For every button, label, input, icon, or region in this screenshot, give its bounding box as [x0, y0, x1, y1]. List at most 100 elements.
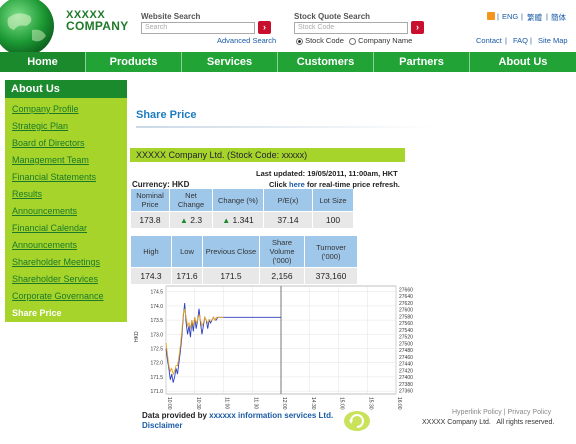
td-net-change: 2.3	[190, 215, 203, 225]
th-low: Low	[172, 236, 202, 267]
lang-eng-link[interactable]: ENG	[502, 12, 518, 21]
sidebar-item-strategic-plan[interactable]: Strategic Plan	[12, 121, 68, 131]
y-left-tick-label: 174.5	[150, 290, 163, 296]
lang-simp-link[interactable]: 簡体	[551, 12, 566, 23]
sidebar-item-shareholder-services[interactable]: Shareholder Services	[12, 274, 98, 284]
privacy-policy-link[interactable]: Privacy Policy	[508, 409, 552, 416]
quote-table-1-header-row: Nominal Price Net Change Change (%) P/E(…	[131, 189, 353, 211]
company-logo-globe[interactable]	[0, 0, 62, 56]
lang-sep-2: |	[546, 12, 548, 21]
sidebar-item-corporate-governance[interactable]: Corporate Governance	[12, 291, 104, 301]
stock-banner: XXXXX Company Ltd. (Stock Code: xxxxx)	[130, 148, 405, 162]
sidebar-item-board-of-directors[interactable]: Board of Directors	[12, 138, 85, 148]
th-nominal-price: Nominal Price	[131, 189, 169, 211]
nav-products[interactable]: Products	[86, 52, 182, 72]
page-title: Share Price	[136, 109, 197, 121]
td-change-pct: 1.341	[232, 215, 254, 225]
th-net-change: Net Change	[170, 189, 212, 211]
y-right-tick-label: 27380	[399, 382, 413, 388]
company-logo-text[interactable]: XXXXX COMPANY	[66, 10, 129, 33]
x-tick-label: 11:30	[252, 397, 258, 409]
y-left-tick-label: 174.0	[150, 304, 163, 310]
website-search-title: Website Search	[141, 12, 201, 21]
lang-sep-0: |	[497, 12, 499, 21]
y-left-tick-label: 171.0	[150, 389, 163, 395]
sidebar-item-announcements-2[interactable]: Announcements	[12, 240, 77, 250]
y-right-tick-label: 27360	[399, 389, 413, 395]
contact-link[interactable]: Contact	[476, 36, 502, 45]
th-turnover: Turnover ('000)	[305, 236, 357, 267]
sidebar-item-management-team[interactable]: Management Team	[12, 155, 89, 165]
sidebar-item-announcements[interactable]: Announcements	[12, 206, 77, 216]
radio-unselected-icon	[349, 37, 356, 45]
back-to-top-icon[interactable]	[344, 411, 370, 431]
policy-sep: |	[503, 409, 506, 416]
stock-code-radio[interactable]: Stock Code	[296, 36, 344, 45]
x-tick-label: 10:30	[195, 397, 201, 410]
y-left-tick-label: 173.0	[150, 332, 163, 338]
company-name-radio[interactable]: Company Name	[349, 36, 412, 45]
y-right-tick-label: 27600	[399, 308, 413, 314]
provided-pre: Data provided by	[142, 411, 210, 420]
util-sep-0: |	[505, 36, 507, 45]
y-right-tick-label: 27480	[399, 348, 413, 354]
x-axis: 10:00 10:30 11:00 11:30 12:00 14:30 15:00 15:30…	[166, 397, 402, 410]
quote-table-1: Nominal Price Net Change Change (%) P/E(…	[130, 188, 354, 229]
sidebar-item-share-price[interactable]: Share Price	[12, 308, 62, 318]
util-sep-1: |	[530, 36, 532, 45]
y-right-tick-label: 27460	[399, 355, 413, 361]
td-net-change-cell: ▲ 2.3	[170, 212, 212, 228]
th-previous-close: Previous Close	[203, 236, 259, 267]
x-tick-label: 12:00	[281, 397, 287, 410]
faq-link[interactable]: FAQ	[513, 36, 528, 45]
website-search-input[interactable]: Search	[141, 22, 255, 34]
x-tick-label: 15:30	[367, 397, 373, 410]
last-updated: Last updated: 19/05/2011, 11:00am, HKT	[256, 169, 398, 178]
hyperlink-policy-link[interactable]: Hyperlink Policy	[452, 409, 502, 416]
sidebar	[5, 80, 127, 322]
y-right-tick-label: 27400	[399, 375, 413, 381]
nav-services[interactable]: Services	[182, 52, 278, 72]
disclaimer-link[interactable]: Disclaimer	[142, 421, 182, 430]
stock-code-radio-label: Stock Code	[305, 36, 344, 45]
stock-search-title: Stock Quote Search	[294, 12, 371, 21]
x-tick-label: 14:30	[310, 397, 316, 410]
y-right-tick-label: 27440	[399, 362, 413, 368]
rss-icon[interactable]	[487, 12, 495, 20]
sidebar-item-financial-calendar[interactable]: Financial Calendar	[12, 223, 87, 233]
data-provider: Data provided by xxxxxx information serv…	[142, 411, 333, 420]
quote-table-2-header-row: High Low Previous Close Share Volume ('0…	[131, 236, 357, 267]
sidebar-item-results[interactable]: Results	[12, 189, 42, 199]
th-pe: P/E(x)	[264, 189, 312, 211]
nav-customers[interactable]: Customers	[278, 52, 374, 72]
stock-search-input[interactable]: Stock Code	[294, 22, 408, 34]
website-search-go-button[interactable]: ›	[258, 21, 271, 34]
x-tick-label: 11:00	[224, 397, 230, 409]
td-pe: 37.14	[264, 212, 312, 228]
nav-partners[interactable]: Partners	[374, 52, 470, 72]
stock-search-go-button[interactable]: ›	[411, 21, 424, 34]
x-tick-label: 15:00	[339, 397, 345, 410]
x-tick-label: 10:00	[166, 397, 172, 410]
lang-trad-link[interactable]: 繁體	[527, 12, 542, 23]
th-change-pct: Change (%)	[213, 189, 263, 211]
sidebar-item-financial-statements[interactable]: Financial Statements	[12, 172, 96, 182]
quote-table-1-value-row: 173.8 ▲ 2.3 ▲ 1.341 37.14 100	[131, 212, 353, 228]
nav-home[interactable]: Home	[0, 52, 86, 72]
sidebar-item-shareholder-meetings[interactable]: Shareholder Meetings	[12, 257, 100, 267]
advanced-search-link[interactable]: Advanced Search	[217, 36, 276, 45]
site-map-link[interactable]: Site Map	[538, 36, 568, 45]
x-tick-label: 16:00	[396, 397, 402, 410]
provider-link[interactable]: xxxxxx information services Ltd.	[209, 411, 333, 420]
radio-selected-icon	[296, 37, 303, 45]
y-right-tick-label: 27620	[399, 301, 413, 307]
y-left-tick-label: 172.0	[150, 361, 163, 367]
sidebar-title: About Us	[5, 80, 127, 98]
quote-table-2: High Low Previous Close Share Volume ('0…	[130, 235, 358, 285]
y-right-tick-label: 27420	[399, 368, 413, 374]
sidebar-item-company-profile[interactable]: Company Profile	[12, 104, 79, 114]
nav-about-us[interactable]: About Us	[470, 52, 576, 72]
main-nav: Home Products Services Customers Partner…	[0, 52, 576, 72]
y-right-tick-label: 27640	[399, 294, 413, 300]
intraday-price-chart: 171.0 171.5 172.0 172.5 173.0 173.5 174.0 174.5…	[134, 285, 413, 410]
